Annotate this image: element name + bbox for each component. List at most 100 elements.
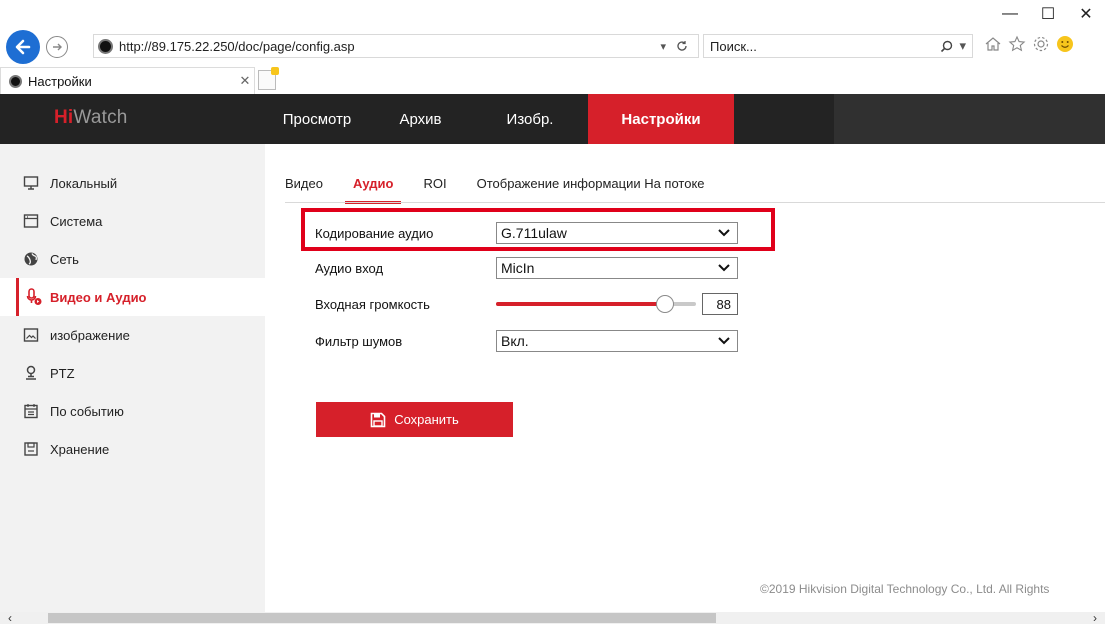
chevron-down-icon — [718, 229, 730, 237]
search-box[interactable]: Поиск... ▾ — [703, 34, 973, 58]
tab-title: Настройки — [28, 73, 92, 89]
label-audio-input: Аудио вход — [315, 260, 384, 276]
copyright-footer: ©2019 Hikvision Digital Technology Co., … — [760, 582, 1050, 596]
minimize-button[interactable]: — — [991, 0, 1029, 28]
home-icon[interactable] — [984, 35, 1002, 53]
favorites-star-icon[interactable] — [1008, 35, 1026, 53]
tab-divider — [285, 202, 1105, 203]
address-bar[interactable]: http://89.175.22.250/doc/page/config.asp… — [93, 34, 699, 58]
search-tools: ▾ — [940, 38, 972, 54]
nav-archive[interactable]: Архив — [369, 94, 472, 144]
scrollbar-thumb[interactable] — [48, 613, 716, 623]
content-area: Видео Аудио ROI Отображение информации Н… — [265, 144, 1105, 612]
system-icon — [22, 212, 40, 230]
settings-gear-icon[interactable] — [1032, 35, 1050, 53]
sidebar-item-label: Видео и Аудио — [50, 289, 147, 305]
tab-favicon-icon — [9, 74, 22, 88]
dropdown-arrow-icon[interactable]: ▾ — [660, 40, 666, 53]
sidebar-item-label: Локальный — [50, 175, 118, 191]
app-header: HiWatch Просмотр Архив Изобр. Настройки — [0, 94, 1105, 144]
label-noise-filter: Фильтр шумов — [315, 333, 403, 349]
forward-button[interactable] — [46, 36, 68, 58]
sidebar-item-image[interactable]: изображение — [0, 316, 265, 354]
search-input[interactable]: Поиск... — [710, 39, 940, 54]
tab-roi[interactable]: ROI — [423, 164, 446, 202]
browser-tab-strip: Настройки ✕ — [0, 64, 1105, 94]
sidebar-item-label: Хранение — [50, 441, 110, 457]
chevron-down-icon — [718, 264, 730, 272]
browser-tab[interactable]: Настройки ✕ — [0, 67, 255, 94]
browser-toolbar-icons — [984, 35, 1074, 53]
maximize-button[interactable]: ☐ — [1029, 0, 1067, 28]
scroll-left-arrow-icon[interactable]: ‹ — [0, 611, 20, 624]
video-audio-icon — [25, 288, 43, 306]
search-icon[interactable] — [940, 40, 953, 53]
sidebar-item-network[interactable]: Сеть — [0, 240, 265, 278]
audio-encoding-select[interactable]: G.711ulaw — [496, 222, 738, 244]
scroll-right-arrow-icon[interactable]: › — [1085, 611, 1105, 624]
back-arrow-icon — [15, 39, 31, 55]
row-input-volume: Входная громкость 88 — [315, 291, 738, 317]
sidebar-item-local[interactable]: Локальный — [0, 164, 265, 202]
label-audio-encoding: Кодирование аудио — [315, 225, 434, 241]
sidebar-item-label: По событию — [50, 403, 124, 419]
ptz-camera-icon — [22, 364, 40, 382]
sub-tabs: Видео Аудио ROI Отображение информации Н… — [285, 164, 735, 204]
nav-view[interactable]: Просмотр — [265, 94, 369, 144]
forward-arrow-icon — [53, 43, 62, 51]
smiley-feedback-icon[interactable] — [1056, 35, 1074, 53]
back-button[interactable] — [6, 30, 40, 64]
image-icon — [22, 326, 40, 344]
sidebar-item-ptz[interactable]: PTZ — [0, 354, 265, 392]
refresh-icon[interactable] — [676, 40, 688, 52]
tab-audio[interactable]: Аудио — [344, 164, 403, 204]
header-right-area — [834, 94, 1105, 144]
main-nav: Просмотр Архив Изобр. Настройки — [265, 94, 734, 144]
audio-input-select[interactable]: MicIn — [496, 257, 738, 279]
close-window-button[interactable]: ✕ — [1067, 0, 1105, 28]
row-audio-encoding: Кодирование аудио G.711ulaw — [315, 220, 738, 246]
slider-thumb[interactable] — [656, 295, 674, 313]
network-globe-icon — [22, 250, 40, 268]
sidebar-item-label: PTZ — [50, 365, 75, 381]
save-disk-icon — [370, 412, 386, 427]
site-favicon-icon — [98, 38, 113, 54]
tab-close-icon[interactable]: ✕ — [236, 73, 254, 89]
sidebar: Локальный Система Сеть Видео и Аудио изо… — [0, 144, 265, 612]
nav-settings[interactable]: Настройки — [588, 94, 734, 144]
noise-filter-select[interactable]: Вкл. — [496, 330, 738, 352]
input-volume-value[interactable]: 88 — [702, 293, 738, 315]
nav-image[interactable]: Изобр. — [472, 94, 588, 144]
monitor-icon — [22, 174, 40, 192]
address-url[interactable]: http://89.175.22.250/doc/page/config.asp — [119, 39, 660, 54]
new-tab-button[interactable] — [258, 67, 279, 90]
browser-nav-bar: http://89.175.22.250/doc/page/config.asp… — [0, 28, 1105, 64]
sidebar-item-system[interactable]: Система — [0, 202, 265, 240]
sidebar-item-label: Сеть — [50, 251, 79, 267]
sidebar-item-storage[interactable]: Хранение — [0, 430, 265, 468]
sidebar-item-label: изображение — [50, 327, 130, 343]
storage-disk-icon — [22, 440, 40, 458]
noise-filter-value: Вкл. — [501, 333, 529, 349]
address-tools: ▾ — [660, 40, 698, 53]
row-audio-input: Аудио вход MicIn — [315, 255, 738, 281]
save-button-label: Сохранить — [394, 412, 459, 427]
search-dropdown-icon[interactable]: ▾ — [959, 38, 966, 54]
audio-encoding-value: G.711ulaw — [501, 225, 567, 241]
audio-input-value: MicIn — [501, 260, 535, 276]
sidebar-item-video-audio[interactable]: Видео и Аудио — [0, 278, 265, 316]
tab-video[interactable]: Видео — [285, 164, 323, 202]
chevron-down-icon — [718, 337, 730, 345]
hiwatch-logo: HiWatch — [54, 107, 128, 128]
event-calendar-icon — [22, 402, 40, 420]
row-noise-filter: Фильтр шумов Вкл. — [315, 328, 738, 354]
sidebar-item-label: Система — [50, 213, 103, 229]
tab-stream-info-display[interactable]: Отображение информации На потоке — [477, 164, 705, 202]
save-button[interactable]: Сохранить — [316, 402, 513, 437]
sidebar-item-event[interactable]: По событию — [0, 392, 265, 430]
slider-fill — [496, 302, 665, 306]
label-input-volume: Входная громкость — [315, 296, 430, 312]
horizontal-scrollbar[interactable]: ‹ › — [0, 611, 1105, 624]
window-controls: — ☐ ✕ — [991, 0, 1105, 28]
input-volume-slider[interactable] — [496, 293, 696, 315]
